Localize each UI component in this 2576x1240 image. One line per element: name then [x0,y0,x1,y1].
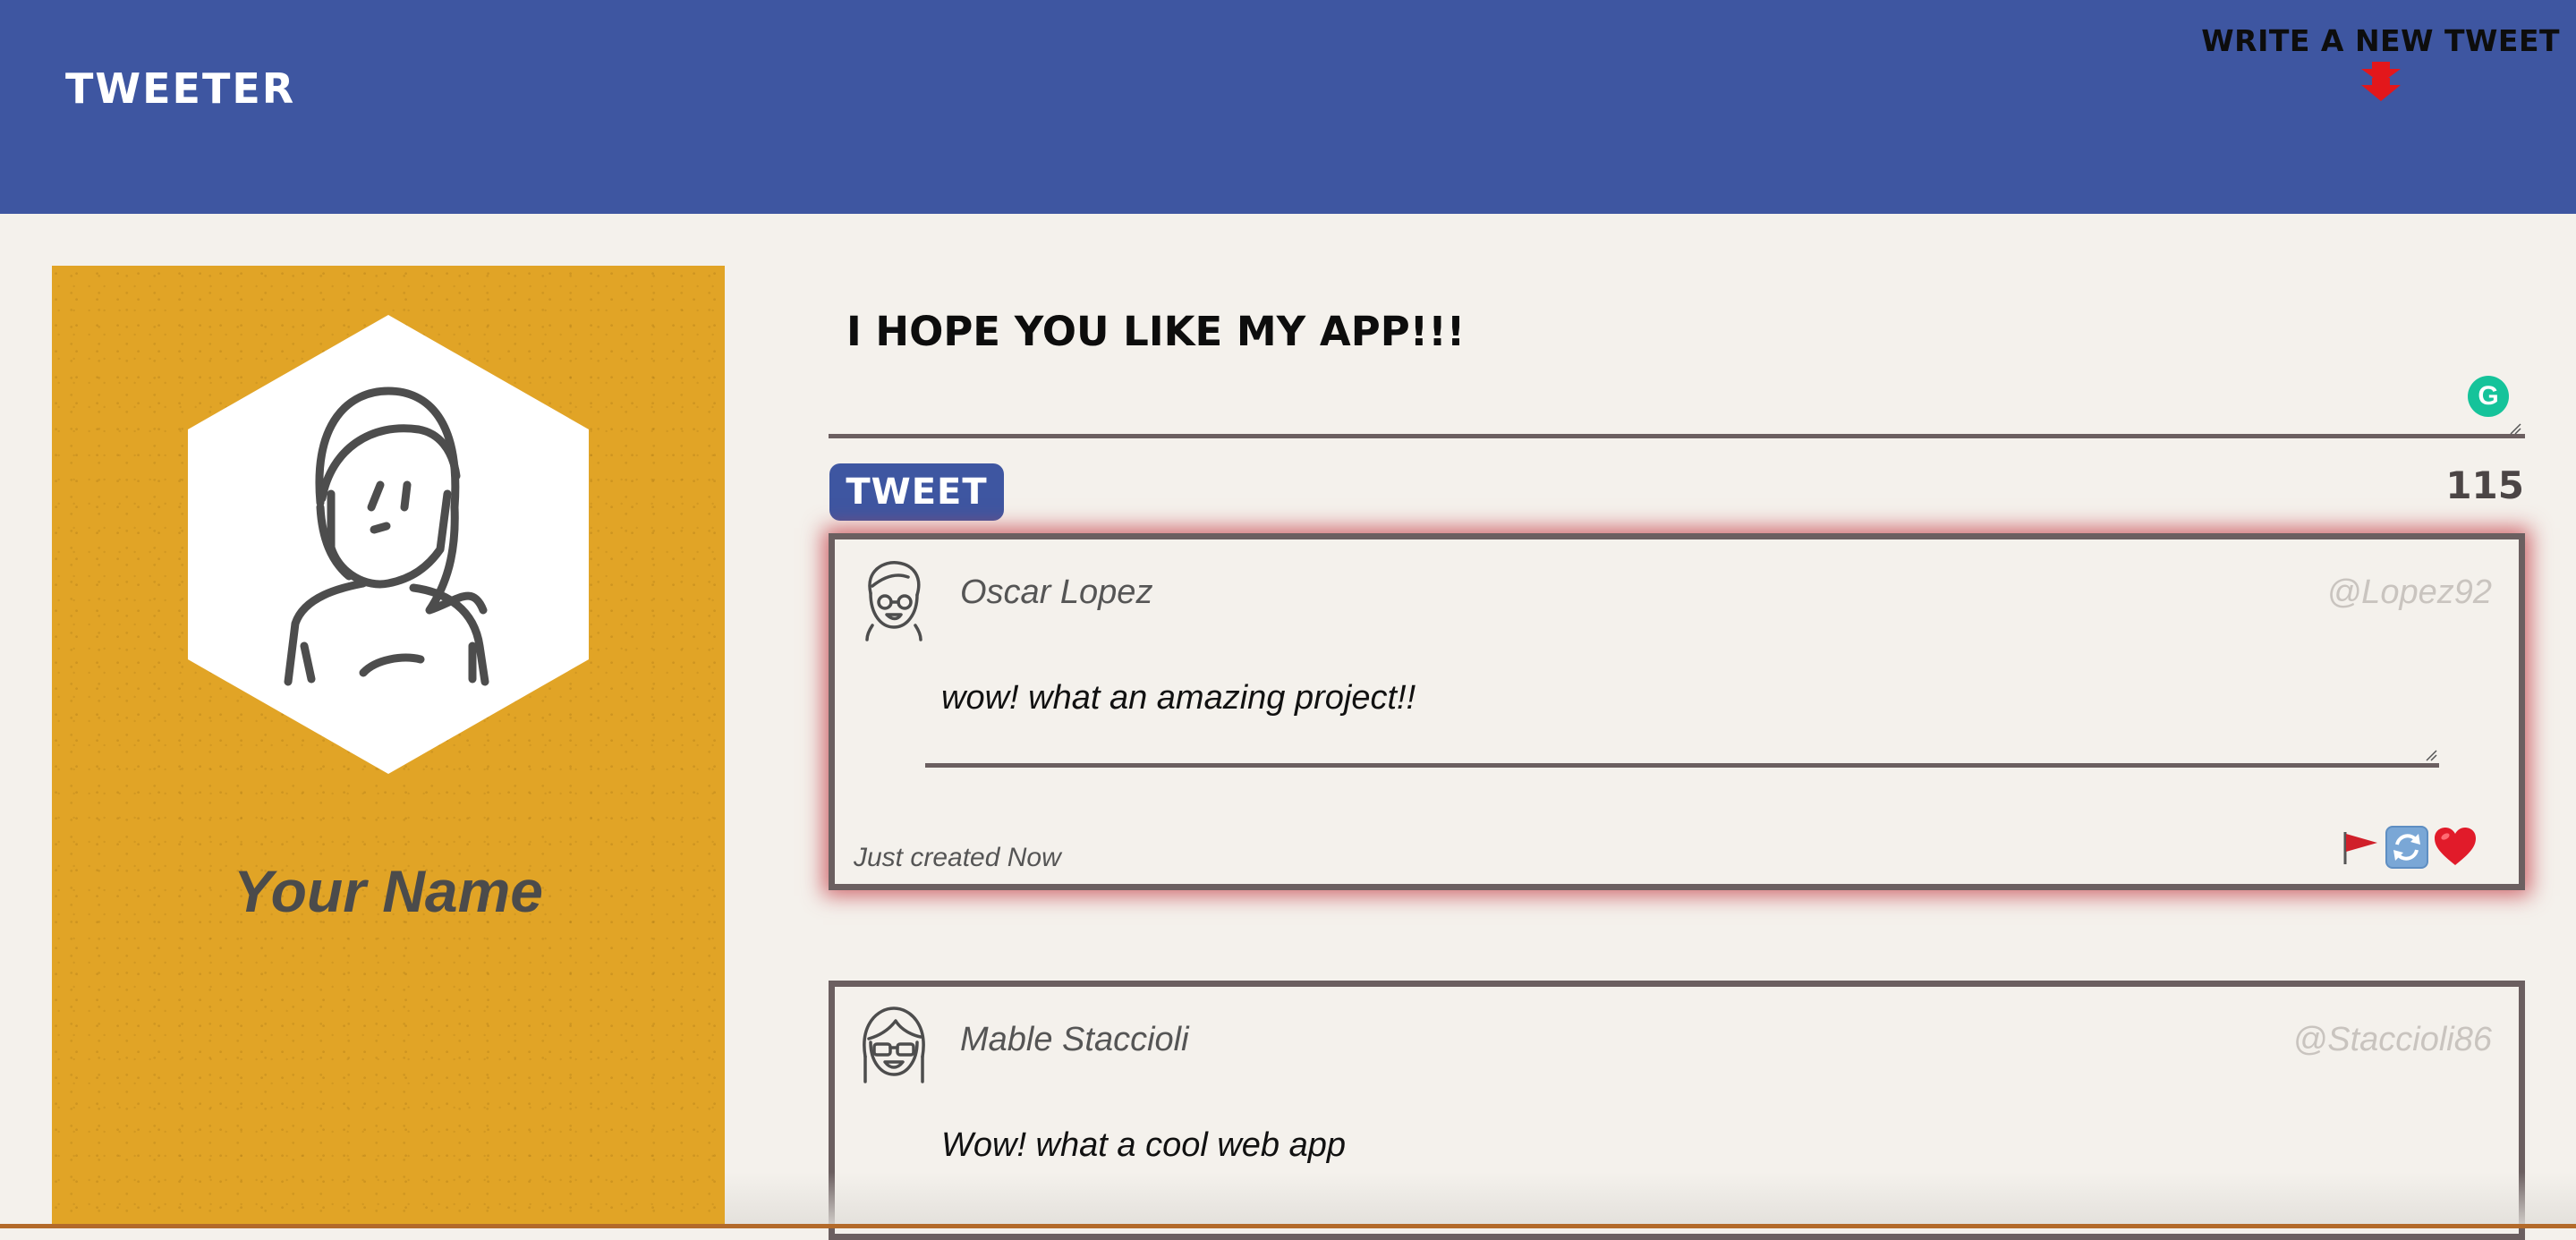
profile-card: Your Name [52,266,725,1228]
page-bottom-edge [0,1224,2576,1228]
tweet-author-handle: @Lopez92 [2326,573,2492,611]
resize-grip-icon[interactable] [2509,422,2521,435]
brand-logo[interactable]: TWEETER [65,64,295,113]
navbar: TWEETER WRITE A NEW TWEET [0,0,2576,214]
double-arrow-down-icon[interactable] [2354,62,2408,103]
scroll-fade [725,1172,2576,1228]
retweet-icon[interactable] [2385,825,2429,870]
compose-area: I HOPE YOU LIKE MY APP!!! G [829,268,2525,442]
grammarly-icon[interactable]: G [2468,376,2509,417]
tweet-actions [2340,824,2478,871]
tweet-author-handle: @Staccioli86 [2292,1021,2492,1058]
tweet-content-text: wow! what an amazing project!! [941,679,1416,717]
profile-name: Your Name [234,858,543,924]
tweet-author-name: Oscar Lopez [960,573,1153,611]
profile-avatar [188,315,589,774]
user-avatar-icon [865,561,922,641]
write-new-tweet-label: WRITE A NEW TWEET [2201,23,2560,58]
resize-grip-icon[interactable] [2425,749,2437,761]
tweet-content-text: Wow! what a cool web app [941,1126,1347,1164]
user-avatar-icon [863,1006,925,1083]
write-new-tweet-toggle[interactable]: WRITE A NEW TWEET [2201,23,2560,103]
heart-icon[interactable] [2433,826,2478,869]
tweet-input[interactable]: I HOPE YOU LIKE MY APP!!! [829,268,2525,438]
tweet-timestamp: Just created Now [854,843,1061,872]
flag-icon[interactable] [2340,827,2381,868]
tweet-author-name: Mable Staccioli [960,1021,1189,1058]
tweet-card[interactable]: Oscar Lopez @Lopez92 wow! what an amazin… [829,533,2525,890]
tweet-content: wow! what an amazing project!! [925,663,2439,768]
character-counter: 115 [2445,463,2524,507]
tweet-button[interactable]: TWEET [829,463,1004,521]
